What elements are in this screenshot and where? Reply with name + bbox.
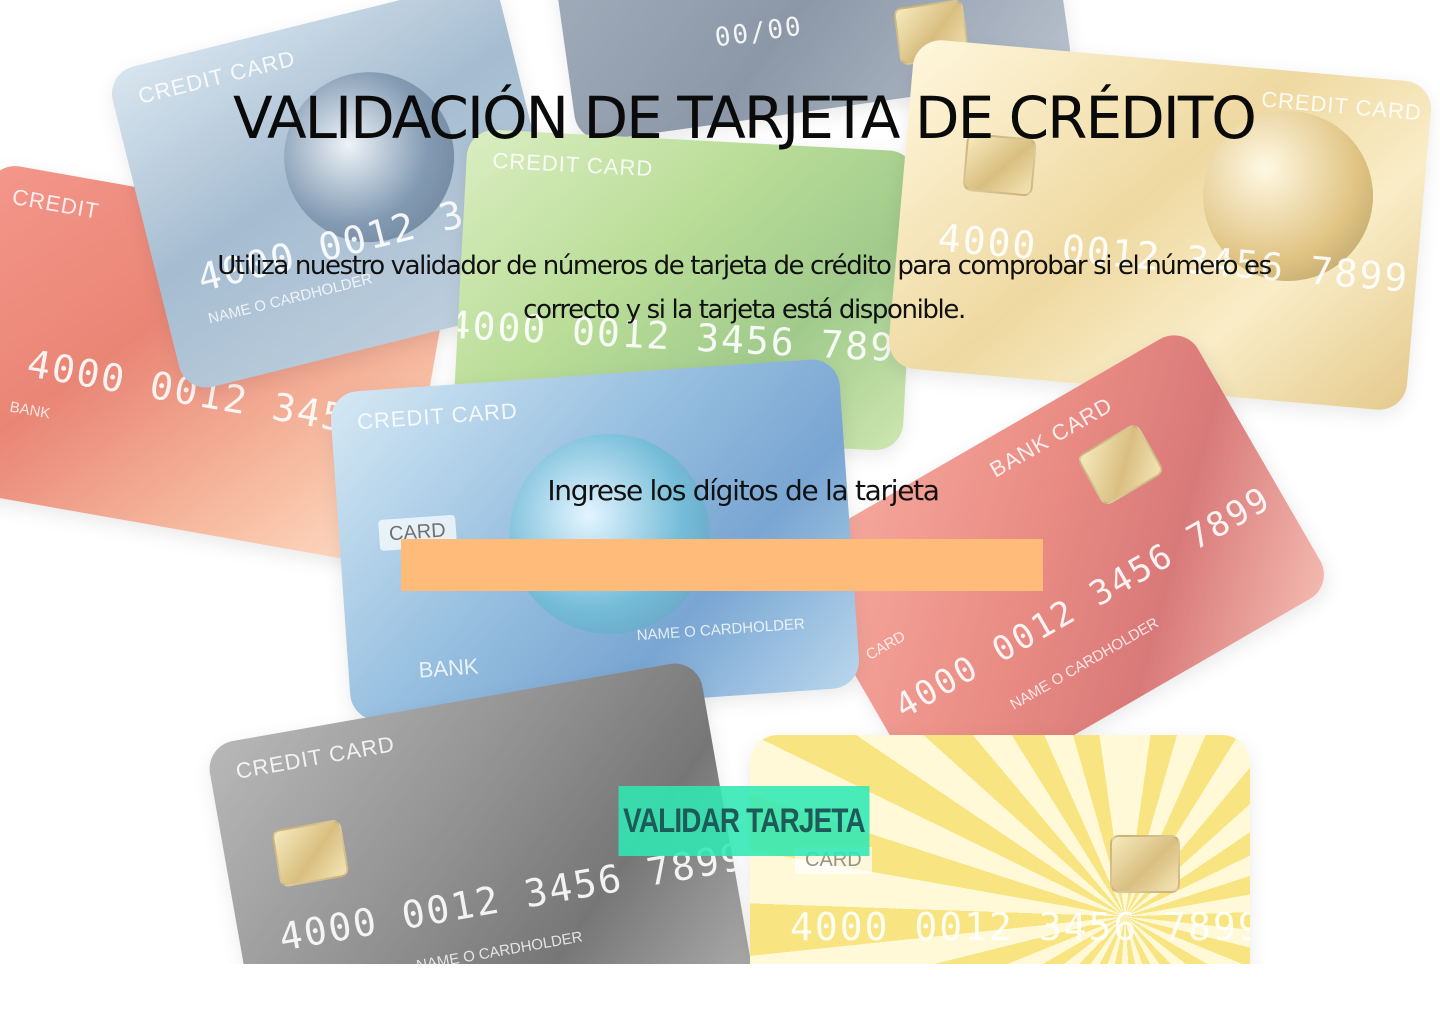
page: CREDIT 4000 0012 3456 BANK CREDIT CARD 4… bbox=[0, 0, 1440, 1024]
card-number-input[interactable] bbox=[401, 539, 1043, 591]
card-number-label: Ingrese los dígitos de la tarjeta bbox=[547, 474, 940, 507]
page-description: Utiliza nuestro validador de números de … bbox=[217, 251, 1272, 325]
page-title: VALIDACIÓN DE TARJETA DE CRÉDITO bbox=[233, 84, 1257, 152]
main-content: VALIDACIÓN DE TARJETA DE CRÉDITO Utiliza… bbox=[0, 0, 1440, 1024]
validate-card-button[interactable]: VALIDAR TARJETA bbox=[618, 786, 870, 856]
